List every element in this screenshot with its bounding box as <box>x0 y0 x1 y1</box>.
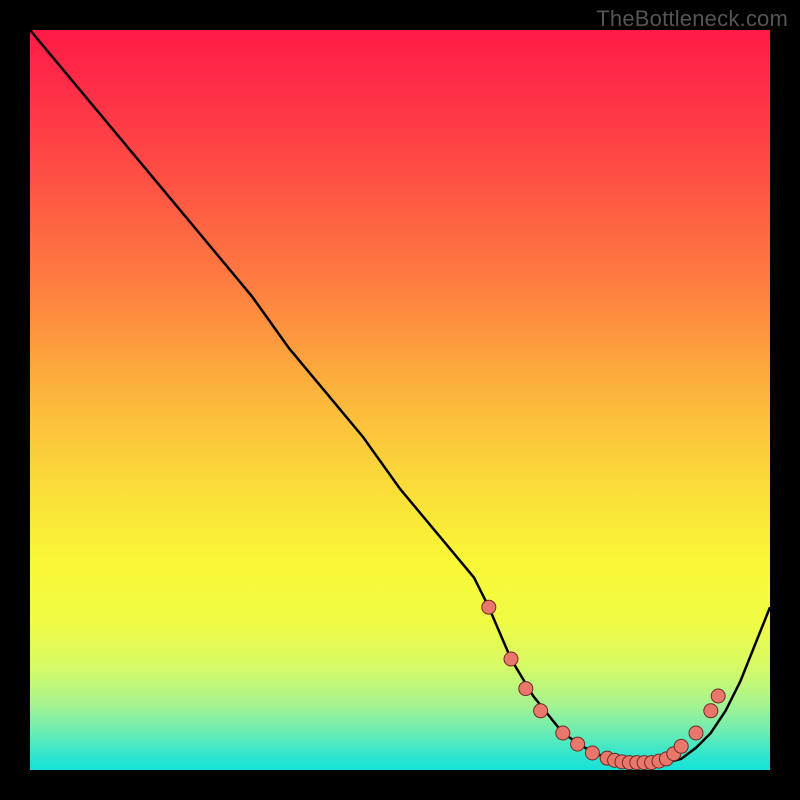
marker-point <box>704 704 718 718</box>
marker-point <box>519 682 533 696</box>
bottleneck-curve <box>30 30 770 763</box>
marker-point <box>482 600 496 614</box>
marker-point <box>674 739 688 753</box>
attribution-text: TheBottleneck.com <box>596 6 788 32</box>
highlight-markers <box>482 600 725 769</box>
marker-point <box>556 726 570 740</box>
plot-area <box>30 30 770 770</box>
marker-point <box>689 726 703 740</box>
marker-point <box>534 704 548 718</box>
marker-point <box>585 746 599 760</box>
marker-point <box>504 652 518 666</box>
marker-point <box>571 737 585 751</box>
marker-point <box>711 689 725 703</box>
curve-layer <box>30 30 770 770</box>
chart-frame: TheBottleneck.com <box>0 0 800 800</box>
